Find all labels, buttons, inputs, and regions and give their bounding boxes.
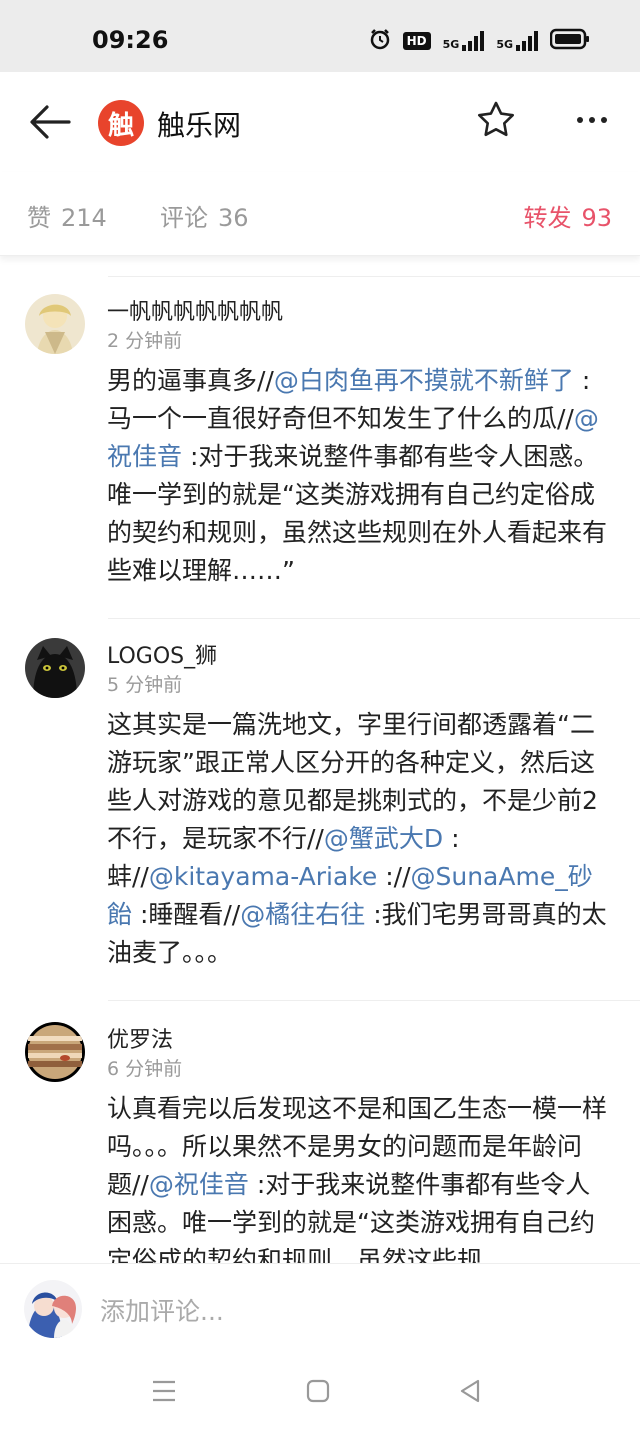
app-logo[interactable]: 触: [98, 100, 144, 146]
more-dot-icon: [601, 117, 607, 123]
back-button[interactable]: [26, 98, 74, 146]
comment-time: 5 分钟前: [107, 674, 183, 696]
nav-menu-button[interactable]: [144, 1373, 184, 1409]
status-time: 09:26: [92, 26, 169, 54]
comment-text-segment: 男的逼事真多//: [107, 366, 274, 395]
status-icons: HD 5G 5G: [369, 28, 590, 54]
comment-time: 2 分钟前: [107, 330, 183, 352]
tab-likes[interactable]: 赞 214: [27, 198, 107, 233]
comment-input-bar: 添加评论...: [0, 1263, 640, 1355]
more-dot-icon: [589, 117, 595, 123]
nav-home-button[interactable]: [298, 1373, 338, 1409]
avatar[interactable]: [25, 294, 85, 354]
mention-link[interactable]: @kitayama-Ariake: [149, 862, 377, 891]
comments-label: 评论: [160, 204, 208, 232]
reposts-count: 93: [581, 204, 612, 232]
status-bar: 09:26 HD 5G 5G: [0, 0, 640, 72]
system-nav-bar: [0, 1355, 640, 1429]
battery-icon: [549, 28, 590, 54]
comment-time: 6 分钟前: [107, 1058, 183, 1080]
tab-comments[interactable]: 评论 36: [160, 198, 249, 233]
comments-count: 36: [218, 204, 249, 232]
comment-author[interactable]: 一帆帆帆帆帆帆帆: [107, 294, 283, 326]
favorite-button[interactable]: [472, 96, 520, 144]
comment-text-segment: :睡醒看//: [132, 900, 241, 929]
comment-text-segment: :对于我来说整件事都有些令人困惑。唯一学到的就是“这类游戏拥有自己约定俗成的契约…: [107, 442, 608, 585]
alarm-icon: [369, 28, 391, 54]
avatar[interactable]: [25, 1022, 85, 1082]
more-options-button[interactable]: [566, 96, 618, 144]
mention-link[interactable]: @祝佳音: [149, 1170, 249, 1199]
mention-link[interactable]: @蟹武大D: [324, 824, 443, 853]
comment-text-segment: ://: [377, 862, 411, 891]
mention-link[interactable]: @橘往右往: [240, 900, 365, 929]
comment-text: 认真看完以后发现这不是和国乙生态一模一样吗。。。所以果然不是男女的问题而是年龄问…: [107, 1090, 615, 1280]
avatar[interactable]: [24, 1280, 82, 1338]
arrow-left-icon: [30, 105, 71, 139]
menu-icon: [153, 1380, 175, 1402]
more-dot-icon: [577, 117, 583, 123]
home-square-icon: [306, 1379, 330, 1403]
app-bar: 触 触乐网: [0, 72, 640, 172]
divider: [108, 1000, 640, 1001]
stats-bar: 赞 214 评论 36 转发 93: [0, 172, 640, 256]
tab-reposts[interactable]: 转发 93: [523, 198, 612, 233]
comment-author[interactable]: LOGOS_狮: [107, 638, 217, 670]
comment-input[interactable]: 添加评论...: [100, 1292, 224, 1328]
divider: [108, 618, 640, 619]
avatar[interactable]: [25, 638, 85, 698]
signal-5g-label-2: 5G: [496, 38, 513, 51]
signal-5g-label: 5G: [442, 38, 460, 51]
signal-5g-icon: 5G: [443, 31, 485, 51]
back-triangle-icon: [460, 1379, 480, 1403]
nav-back-button[interactable]: [450, 1373, 490, 1409]
divider: [108, 276, 640, 277]
comment-author[interactable]: 优罗法: [107, 1022, 173, 1054]
likes-label: 赞: [27, 204, 51, 232]
signal-5g-icon-2: 5G: [496, 31, 538, 51]
comment-text: 这其实是一篇洗地文，字里行间都透露着“二游玩家”跟正常人区分开的各种定义，然后这…: [107, 706, 615, 972]
page-title[interactable]: 触乐网: [157, 104, 241, 144]
hd-icon: HD: [402, 32, 431, 50]
mention-link[interactable]: @白肉鱼再不摸就不新鲜了: [274, 366, 574, 395]
reposts-label: 转发: [523, 204, 572, 232]
likes-count: 214: [61, 204, 107, 232]
comment-text: 男的逼事真多//@白肉鱼再不摸就不新鲜了 :马一个一直很好奇但不知发生了什么的瓜…: [107, 362, 615, 590]
star-icon: [478, 101, 514, 137]
